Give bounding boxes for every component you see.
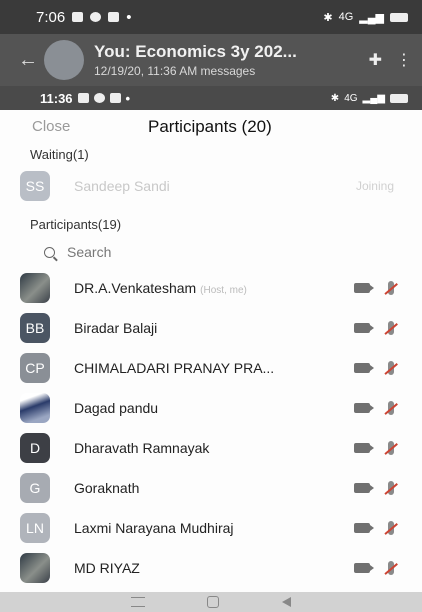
participant-list: DR.A.Venkatesham (Host, me) BB Biradar Bala…: [0, 268, 422, 588]
avatar: [20, 393, 50, 423]
participant-row[interactable]: CP CHIMALADARI PRANAY PRA...: [0, 348, 422, 388]
participant-name: CHIMALADARI PRANAY PRA...: [74, 360, 275, 376]
signal-icon: ▂▄▆: [359, 11, 384, 24]
battery-icon: [390, 93, 408, 103]
outer-status-time: 7:06: [36, 8, 66, 26]
bluetooth-icon: ✱: [330, 92, 340, 104]
participant-name-cell: CHIMALADARI PRANAY PRA...: [74, 360, 354, 376]
video-off-icon: [354, 283, 374, 293]
back-arrow-icon[interactable]: ←: [18, 49, 44, 72]
more-notifications-icon: •: [125, 90, 131, 106]
video-off-icon: [354, 443, 374, 453]
joining-status: Joining: [355, 179, 394, 193]
mic-muted-icon: [388, 401, 394, 415]
video-off-icon: [354, 363, 374, 373]
mic-muted-icon: [388, 561, 394, 575]
chat-title[interactable]: You: Economics 3y 202...: [94, 42, 355, 62]
more-options-icon[interactable]: ⋮: [396, 50, 412, 70]
waiting-section-label: Waiting(1): [30, 147, 89, 162]
participants-section-label: Participants(19): [30, 217, 122, 232]
participant-name-cell: MD RIYAZ: [74, 560, 354, 576]
participant-row[interactable]: LN Laxmi Narayana Mudhiraj: [0, 508, 422, 548]
avatar: SS: [20, 171, 50, 201]
avatar: LN: [20, 513, 50, 543]
group-avatar[interactable]: [44, 40, 84, 80]
avatar: G: [20, 473, 50, 503]
inner-status-bar: 11:36 • ✱ 4G ▂▄▆: [0, 86, 422, 110]
video-off-icon: [354, 563, 374, 573]
mic-muted-icon: [388, 481, 394, 495]
notification-icon: [93, 93, 105, 103]
participant-row[interactable]: DR.A.Venkatesham (Host, me): [0, 268, 422, 308]
video-off-icon: [354, 403, 374, 413]
avatar: D: [20, 433, 50, 463]
participant-role: (Host, me): [200, 285, 247, 296]
notification-icon: [72, 12, 84, 22]
participant-name: Goraknath: [74, 480, 140, 496]
participant-name: Biradar Balaji: [74, 320, 158, 336]
panel-topbar: Close Participants (20): [0, 110, 422, 144]
avatar: [20, 273, 50, 303]
battery-icon: [390, 12, 408, 22]
video-off-icon: [354, 323, 374, 333]
outer-status-bar: 7:06 • ✱ 4G ▂▄▆: [0, 0, 422, 34]
search-placeholder: Search: [67, 244, 112, 260]
video-off-icon: [354, 523, 374, 533]
notification-icon: [108, 12, 120, 22]
notification-icon: [109, 93, 121, 103]
participant-name: Dagad pandu: [74, 400, 159, 416]
back-icon[interactable]: [281, 597, 291, 607]
avatar: BB: [20, 313, 50, 343]
participant-row[interactable]: G Goraknath: [0, 468, 422, 508]
mic-muted-icon: [388, 321, 394, 335]
notification-icon: [90, 12, 102, 22]
search-input[interactable]: Search: [0, 236, 422, 268]
participant-name-cell: Biradar Balaji: [74, 320, 354, 336]
participant-name-cell: Goraknath: [74, 480, 354, 496]
video-off-icon: [354, 483, 374, 493]
recent-apps-icon[interactable]: [131, 597, 146, 607]
participant-name: Sandeep Sandi: [74, 178, 170, 194]
more-notifications-icon: •: [126, 8, 132, 26]
participant-name-cell: Laxmi Narayana Mudhiraj: [74, 520, 354, 536]
mic-muted-icon: [388, 361, 394, 375]
participant-row[interactable]: D Dharavath Ramnayak: [0, 428, 422, 468]
mic-muted-icon: [388, 521, 394, 535]
participant-row[interactable]: BB Biradar Balaji: [0, 308, 422, 348]
participant-name: Laxmi Narayana Mudhiraj: [74, 520, 234, 536]
close-button[interactable]: Close: [32, 118, 70, 135]
home-icon[interactable]: [207, 596, 220, 608]
panel-title: Participants (20): [148, 117, 272, 136]
notification-icon: [77, 93, 89, 103]
inner-status-time: 11:36: [40, 90, 73, 106]
signal-icon: ▂▄▆: [362, 92, 385, 104]
participant-row[interactable]: Dagad pandu: [0, 388, 422, 428]
network-type: 4G: [344, 92, 358, 104]
participants-panel: Close Participants (20) Waiting(1) SS Sa…: [0, 110, 422, 612]
add-participant-icon[interactable]: ✚: [369, 50, 382, 70]
avatar: [20, 553, 50, 583]
bluetooth-icon: ✱: [323, 11, 333, 24]
mic-muted-icon: [388, 281, 394, 295]
waiting-row[interactable]: SS Sandeep Sandi Joining: [0, 166, 422, 206]
participant-name-cell: DR.A.Venkatesham (Host, me): [74, 280, 354, 296]
network-type: 4G: [338, 11, 354, 23]
participant-name: Dharavath Ramnayak: [74, 440, 210, 456]
participant-row[interactable]: MD RIYAZ: [0, 548, 422, 588]
search-icon: [44, 246, 55, 258]
chat-header: ← You: Economics 3y 202... 12/19/20, 11:…: [0, 34, 422, 86]
chat-subtitle: 12/19/20, 11:36 AM messages: [94, 64, 256, 78]
participant-name-cell: Dharavath Ramnayak: [74, 440, 354, 456]
mic-muted-icon: [388, 441, 394, 455]
android-nav-bar: [0, 592, 422, 612]
avatar: CP: [20, 353, 50, 383]
participant-name: DR.A.Venkatesham: [74, 280, 197, 296]
participant-name: MD RIYAZ: [74, 560, 140, 576]
participant-name-cell: Dagad pandu: [74, 400, 354, 416]
